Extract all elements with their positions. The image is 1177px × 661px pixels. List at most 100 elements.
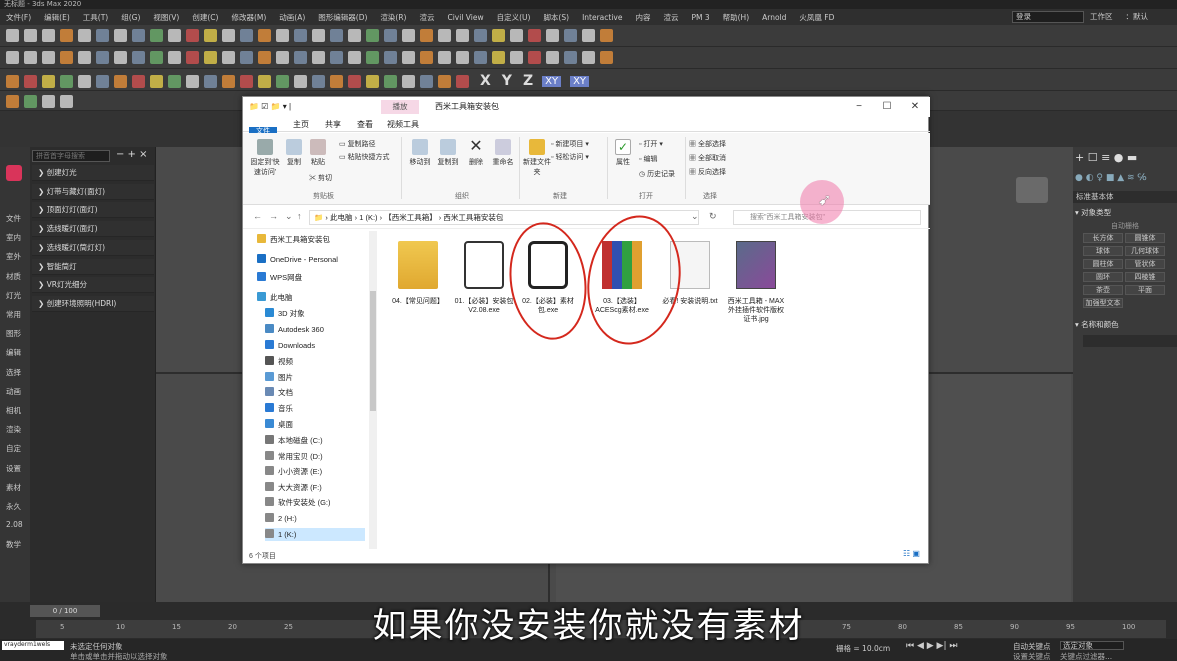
toolbar-tool-icon[interactable] <box>168 51 181 64</box>
render-tool-icon[interactable] <box>348 74 361 88</box>
axis-constraint-button[interactable]: X <box>480 73 491 89</box>
up-icon[interactable]: ↑ <box>297 211 302 221</box>
toolbar-tool-icon[interactable] <box>366 51 379 64</box>
toolbar-tool-icon[interactable] <box>240 29 253 42</box>
menu-item[interactable]: Interactive <box>582 13 622 22</box>
new-folder-button[interactable]: 新建文件夹 <box>523 139 551 177</box>
render-tool-icon[interactable] <box>96 74 109 88</box>
toolbar-tool-icon[interactable] <box>132 29 145 42</box>
back-icon[interactable]: ← <box>253 211 262 221</box>
render-tool-icon[interactable] <box>330 74 343 88</box>
left-tab-item[interactable]: 材质 <box>6 271 21 282</box>
toolbar-tool-icon[interactable] <box>168 29 181 42</box>
breadcrumb-item[interactable]: 此电脑 <box>330 213 353 222</box>
render-tool-icon[interactable] <box>150 74 163 88</box>
toolbar-tool-icon[interactable] <box>258 29 271 42</box>
primitive-dropdown[interactable]: 标准基本体 <box>1073 191 1177 203</box>
axis-constraint-button[interactable]: Y <box>502 73 512 89</box>
render-tool-icon[interactable] <box>60 74 73 88</box>
toolbar-tool-icon[interactable] <box>348 51 361 64</box>
left-tab-item[interactable]: 渲染 <box>6 424 21 435</box>
axis-constraint-button[interactable]: XY <box>570 75 590 87</box>
toolbar-tool-icon[interactable] <box>24 51 37 64</box>
nav-item[interactable]: 常用宝贝 (D:) <box>265 450 323 463</box>
nav-item[interactable]: 本地磁盘 (C:) <box>265 434 323 447</box>
render-tool-icon[interactable] <box>456 74 469 88</box>
invert-selection-button[interactable]: ▦ 反向选择 <box>689 167 726 177</box>
toolbar-tool-icon[interactable] <box>330 29 343 42</box>
render-tool-icon[interactable] <box>258 74 271 88</box>
scene-explorer-item[interactable]: ❯ 选线暖灯(筒灯灯) <box>32 239 154 256</box>
nav-item[interactable]: 音乐 <box>265 402 293 415</box>
menu-item[interactable]: 修改器(M) <box>231 12 266 23</box>
primitive-button[interactable]: 四棱锥 <box>1125 272 1165 282</box>
primitive-button[interactable]: 长方体 <box>1083 233 1123 243</box>
toolbar-tool-icon[interactable] <box>510 51 523 64</box>
toolbar-tool-icon[interactable] <box>42 29 55 42</box>
auto-grid[interactable]: 自动栅格 <box>1111 221 1139 231</box>
render-tool-icon[interactable] <box>420 74 433 88</box>
nav-item[interactable]: 桌面 <box>265 418 293 431</box>
copy-button[interactable]: 复制 <box>283 139 305 167</box>
toolbar-tool-icon[interactable] <box>456 29 469 42</box>
search-input[interactable]: 拼音首字母搜索 <box>32 150 110 162</box>
toolbar-tool-icon[interactable] <box>384 29 397 42</box>
primitive-button[interactable]: 几何球体 <box>1125 246 1165 256</box>
nav-item[interactable]: Autodesk 360 <box>265 323 324 336</box>
toolbar-tool-icon[interactable] <box>546 29 559 42</box>
toolbar-tool-icon[interactable] <box>114 29 127 42</box>
select-all-button[interactable]: ▦ 全部选择 <box>689 139 726 149</box>
edit-button[interactable]: ▫ 编辑 <box>639 154 657 164</box>
select-none-button[interactable]: ▦ 全部取消 <box>689 153 726 163</box>
menu-item[interactable]: 工具(T) <box>83 12 108 23</box>
render-tool-icon[interactable] <box>42 74 55 88</box>
toolbar-tool-icon[interactable] <box>528 51 541 64</box>
scene-explorer-item[interactable]: ❯ 顶面灯灯(面灯) <box>32 202 154 219</box>
scene-explorer-item[interactable]: ❯ 智能筒灯 <box>32 258 154 275</box>
nav-item[interactable]: 此电脑 <box>257 291 293 304</box>
toolbar-tool-icon[interactable] <box>186 51 199 64</box>
primitive-button[interactable]: 球体 <box>1083 246 1123 256</box>
ribbon-tab[interactable]: 视频工具 <box>385 118 421 131</box>
toolbar-tool-icon[interactable] <box>600 51 613 64</box>
panel-icon[interactable] <box>60 95 73 108</box>
nav-scrollbar[interactable] <box>369 231 377 549</box>
toolbar-tool-icon[interactable] <box>42 51 55 64</box>
create-tabs[interactable]: ● ◐ ♀ ■ ▲ ≋ ℅ <box>1075 173 1147 183</box>
file-item[interactable]: 04.【常见问题】 <box>387 241 449 306</box>
toolbar-tool-icon[interactable] <box>222 51 235 64</box>
render-tool-icon[interactable] <box>168 74 181 88</box>
nav-item[interactable]: 1 (K:) <box>265 528 365 541</box>
ribbon-tab[interactable]: 主页 <box>287 118 315 131</box>
menu-item[interactable]: 视图(V) <box>153 12 179 23</box>
toolbar-tool-icon[interactable] <box>96 51 109 64</box>
nav-item[interactable]: 文档 <box>265 386 293 399</box>
render-tool-icon[interactable] <box>438 74 451 88</box>
breadcrumb-item[interactable]: 1 (K:) <box>359 213 377 222</box>
toolbar-tool-icon[interactable] <box>312 51 325 64</box>
toolbar-tool-icon[interactable] <box>330 51 343 64</box>
nav-item[interactable]: 小小资源 (E:) <box>265 465 322 478</box>
scene-explorer-item[interactable]: ❯ 创建灯光 <box>32 165 154 181</box>
menu-item[interactable]: 渲染(R) <box>380 12 406 23</box>
viewcube-icon[interactable] <box>1016 177 1048 203</box>
close-button[interactable]: ✕ <box>901 97 929 117</box>
toolbar-tool-icon[interactable] <box>294 29 307 42</box>
name-field[interactable] <box>1083 335 1177 347</box>
menu-item[interactable]: 渲云 <box>419 12 434 23</box>
menu-item[interactable]: 内容 <box>635 12 650 23</box>
properties-button[interactable]: ✓ 属性 <box>611 139 635 167</box>
command-tabs[interactable]: + ☐ ≡ ● ▬ <box>1075 151 1137 164</box>
menu-item[interactable]: 火凤凰 FD <box>799 12 834 23</box>
move-to-button[interactable]: 移动到 <box>407 139 433 167</box>
nav-item[interactable]: 3D 对象 <box>265 307 305 320</box>
toolbar-tool-icon[interactable] <box>258 51 271 64</box>
render-tool-icon[interactable] <box>78 74 91 88</box>
left-tab-item[interactable]: 设置 <box>6 463 21 474</box>
left-tab-item[interactable]: 素材 <box>6 482 21 493</box>
toolbar-tool-icon[interactable] <box>564 51 577 64</box>
new-item-button[interactable]: ▫ 新建项目 ▾ <box>551 139 589 149</box>
render-tool-icon[interactable] <box>132 74 145 88</box>
menu-item[interactable]: 编辑(E) <box>44 12 70 23</box>
scene-explorer-item[interactable]: ❯ 灯带与藏灯(面灯) <box>32 183 154 200</box>
